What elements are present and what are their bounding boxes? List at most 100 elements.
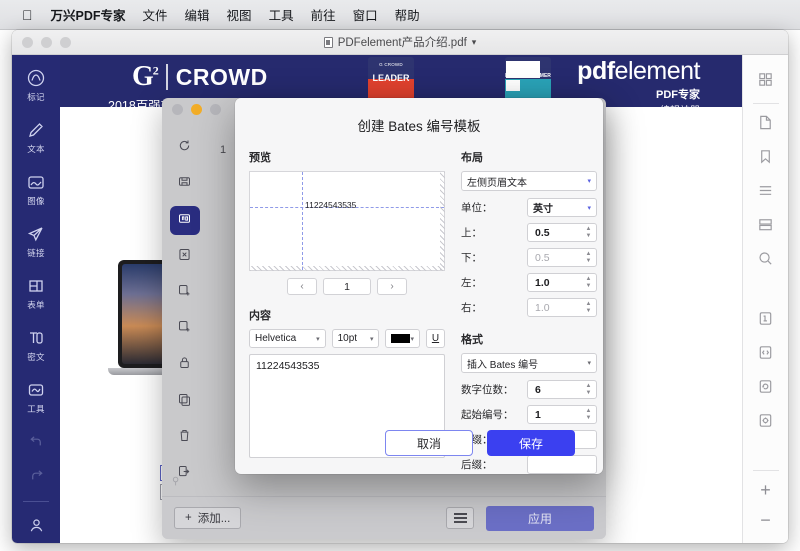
- chevron-down-icon[interactable]: ▾: [472, 37, 477, 48]
- add-header-button[interactable]: [170, 279, 200, 307]
- zoom-out-button[interactable]: −: [743, 505, 789, 535]
- watermark-button[interactable]: [170, 243, 200, 271]
- font-color-select[interactable]: ▾: [385, 329, 420, 348]
- stamp-button[interactable]: [743, 304, 789, 338]
- zoom-in-button[interactable]: +: [743, 475, 789, 505]
- sidebar-label: 图像: [27, 195, 45, 207]
- sidebar-item-form[interactable]: 表单: [12, 275, 60, 311]
- thumbnails-button[interactable]: [743, 65, 789, 99]
- menu-item-file[interactable]: 文件: [143, 5, 168, 24]
- sidebar-divider: [753, 103, 779, 104]
- chevron-down-icon: ▼: [583, 234, 594, 239]
- search-button[interactable]: [743, 244, 789, 278]
- menu-item-window[interactable]: 窗口: [353, 5, 378, 24]
- apply-button[interactable]: 应用: [486, 506, 594, 531]
- layout-position-value: 左侧页眉文本: [467, 174, 527, 189]
- left-sidebar-bottom: [12, 431, 60, 543]
- menu-item-tools[interactable]: 工具: [269, 5, 294, 24]
- format-insert-select[interactable]: 插入 Bates 编号 ▾: [461, 353, 597, 373]
- layout-right-row: 右： 1.0 ▲▼: [461, 298, 597, 317]
- link-send-icon: [27, 223, 45, 245]
- layout-left-value: 1.0: [535, 277, 550, 289]
- layout-bottom-stepper[interactable]: 0.5 ▲▼: [527, 248, 597, 267]
- sidebar-label: 密文: [27, 351, 45, 363]
- stepper-arrows[interactable]: ▲▼: [583, 250, 594, 265]
- right-sidebar: + −: [742, 55, 788, 543]
- sidebar-item-image[interactable]: 图像: [12, 171, 60, 207]
- menu-item-edit[interactable]: 编辑: [185, 5, 210, 24]
- sidebar-label: 标记: [27, 91, 45, 103]
- account-button[interactable]: [12, 514, 60, 536]
- settings-page-icon: [757, 412, 774, 434]
- bookmark-button[interactable]: [743, 142, 789, 176]
- stamp-icon: [757, 310, 774, 332]
- page-settings-button[interactable]: [743, 406, 789, 440]
- format-digits-label: 数字位数：: [461, 382, 523, 397]
- chevron-up-icon: ▲: [583, 384, 594, 389]
- add-button[interactable]: + 添加...: [174, 507, 241, 529]
- refresh-button[interactable]: [170, 134, 200, 162]
- format-digits-stepper[interactable]: 6 ▲▼: [527, 380, 597, 399]
- redo-button[interactable]: [12, 465, 60, 487]
- add-button-label: 添加...: [198, 510, 231, 526]
- sidebar-item-markup[interactable]: 标记: [12, 67, 60, 103]
- layout-left-row: 左： 1.0 ▲▼: [461, 273, 597, 292]
- page-button[interactable]: [743, 108, 789, 142]
- sidebar-item-link[interactable]: 链接: [12, 223, 60, 259]
- layout-bottom-row: 下： 0.5 ▲▼: [461, 248, 597, 267]
- menu-item-app[interactable]: 万兴PDF专家: [51, 5, 126, 24]
- chevron-down-icon: ▾: [587, 359, 591, 367]
- lock-button[interactable]: [170, 351, 200, 379]
- list-options-button[interactable]: [446, 507, 474, 529]
- close-button[interactable]: [22, 37, 33, 48]
- sidebar-item-tools[interactable]: 工具: [12, 379, 60, 415]
- layout-unit-select[interactable]: 英寸 ▾: [527, 198, 597, 217]
- add-background-button[interactable]: [170, 315, 200, 343]
- preview-prev-button[interactable]: ‹: [287, 278, 317, 295]
- minimize-button[interactable]: [191, 104, 202, 115]
- copy-button[interactable]: [170, 387, 200, 415]
- sidebar-item-redact[interactable]: 密文: [12, 327, 60, 363]
- preview-next-button[interactable]: ›: [377, 278, 407, 295]
- layout-position-select[interactable]: 左侧页眉文本 ▾: [461, 171, 597, 191]
- preview-page-number[interactable]: 1: [323, 278, 371, 295]
- format-heading: 格式: [461, 331, 597, 347]
- code-button[interactable]: [743, 338, 789, 372]
- layout-heading: 布局: [461, 149, 597, 165]
- maximize-button[interactable]: [210, 104, 221, 115]
- underline-button[interactable]: U: [426, 329, 445, 348]
- menu-item-help[interactable]: 帮助: [395, 5, 420, 24]
- stepper-arrows[interactable]: ▲▼: [583, 382, 594, 397]
- font-size-select[interactable]: 10pt ▾: [332, 329, 380, 348]
- undo-button[interactable]: [12, 431, 60, 453]
- stepper-arrows[interactable]: ▲▼: [583, 225, 594, 240]
- tools-icon: [27, 379, 45, 401]
- create-bates-dialog: 创建 Bates 编号模板 预览 11224543535 ‹ 1: [235, 98, 603, 474]
- sidebar-item-text[interactable]: 文本: [12, 119, 60, 155]
- g2-superscript: 2: [153, 64, 158, 78]
- minimize-button[interactable]: [41, 37, 52, 48]
- watermark-icon: [177, 247, 192, 267]
- layers-button[interactable]: [743, 210, 789, 244]
- layout-left-stepper[interactable]: 1.0 ▲▼: [527, 273, 597, 292]
- rotate-page-button[interactable]: [743, 372, 789, 406]
- cancel-button[interactable]: 取消: [385, 430, 473, 456]
- bates-button[interactable]: [170, 206, 200, 234]
- font-family-select[interactable]: Helvetica ▾: [249, 329, 326, 348]
- close-button[interactable]: [172, 104, 183, 115]
- layout-right-stepper[interactable]: 1.0 ▲▼: [527, 298, 597, 317]
- chevron-down-icon: ▼: [583, 284, 594, 289]
- menu-item-view[interactable]: 视图: [227, 5, 252, 24]
- save-doc-button[interactable]: [170, 170, 200, 198]
- preview-edge-right: [440, 172, 445, 270]
- content-format-row: Helvetica ▾ 10pt ▾ ▾ U: [249, 329, 445, 348]
- maximize-button[interactable]: [60, 37, 71, 48]
- menu-item-go[interactable]: 前往: [311, 5, 336, 24]
- outline-button[interactable]: [743, 176, 789, 210]
- delete-button[interactable]: [170, 424, 200, 452]
- save-button[interactable]: 保存: [487, 430, 575, 456]
- stepper-arrows[interactable]: ▲▼: [583, 300, 594, 315]
- apple-icon[interactable]: : [22, 8, 33, 22]
- stepper-arrows[interactable]: ▲▼: [583, 275, 594, 290]
- layout-top-stepper[interactable]: 0.5 ▲▼: [527, 223, 597, 242]
